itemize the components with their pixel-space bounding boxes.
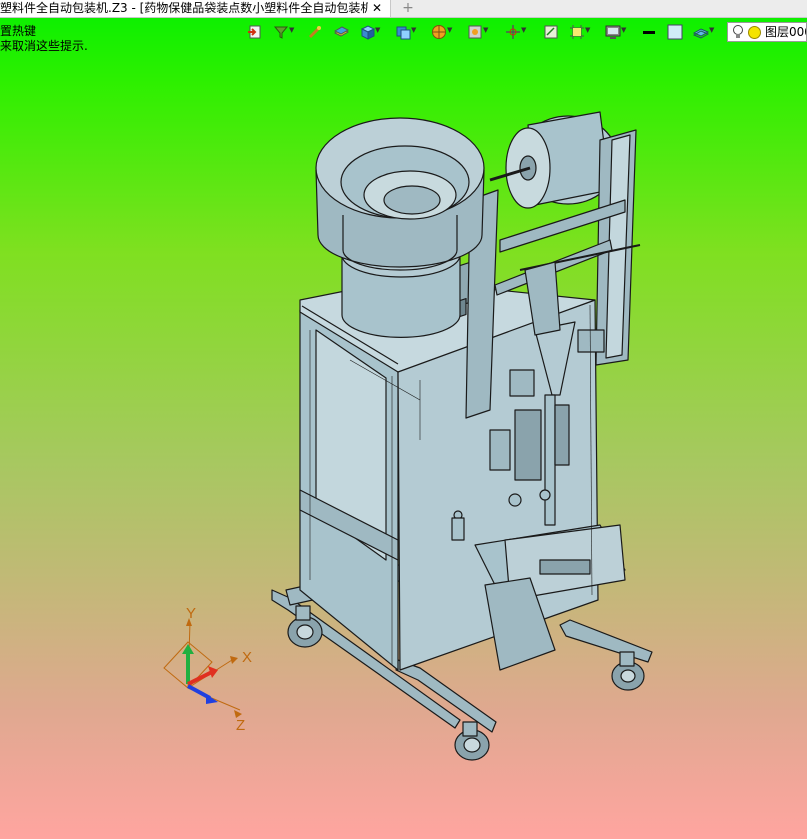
- line-color-icon: [643, 31, 655, 34]
- hint-line-1: 置热键: [0, 24, 37, 38]
- layer-plane-icon: [693, 28, 709, 39]
- hint-text: 置热键 来取消这些提示.: [0, 24, 88, 54]
- display-icon: [605, 25, 621, 39]
- document-tab-bar: 塑料件全自动包装机.Z3 - [药物保健品袋装点数小塑料件全自动包装机] ✕ +: [0, 0, 807, 18]
- chevron-down-icon: ▼: [585, 26, 591, 34]
- filter-icon: [273, 26, 289, 39]
- axis-y-label: Y: [186, 605, 196, 622]
- chevron-down-icon: ▼: [289, 26, 295, 34]
- axis-x-label: X: [242, 649, 252, 666]
- new-tab-button[interactable]: +: [400, 0, 416, 17]
- packaging-machine-model[interactable]: [0, 0, 807, 839]
- exit-icon: [248, 25, 261, 39]
- fill-color-icon: [667, 24, 683, 40]
- layer-stack-button[interactable]: [332, 22, 358, 42]
- chevron-down-icon: ▼: [483, 26, 489, 34]
- chevron-down-icon: ▼: [709, 26, 715, 34]
- move-axis-button[interactable]: ▼: [504, 22, 530, 42]
- chevron-down-icon: ▼: [521, 26, 527, 34]
- display-button[interactable]: ▼: [604, 22, 630, 42]
- chevron-down-icon: ▼: [411, 26, 417, 34]
- render-mode-button[interactable]: ▼: [430, 22, 456, 42]
- orient-view-icon: [544, 25, 558, 39]
- solid-cube-icon: [360, 25, 375, 40]
- render-mode-icon: [432, 25, 446, 39]
- 3d-viewport[interactable]: Y X Z 置热键 来取消这些提示. ▼ ▼ ▼ ▼ ▼ ▼ ▼ ▼ ▼ 图层0…: [0, 0, 807, 839]
- axis-y-icon: [182, 644, 194, 684]
- pick-icon: [308, 26, 321, 39]
- close-icon[interactable]: ✕: [372, 0, 382, 17]
- grid-button[interactable]: ▼: [568, 22, 594, 42]
- chevron-down-icon: ▼: [375, 26, 381, 34]
- axis-z-icon: [187, 684, 218, 704]
- grid-icon: [570, 25, 584, 39]
- chevron-down-icon: ▼: [447, 26, 453, 34]
- orient-view-button[interactable]: [542, 22, 568, 42]
- layer-color-icon: [748, 26, 761, 39]
- line-color-button[interactable]: [640, 22, 666, 42]
- view-cube-icon: [396, 26, 411, 40]
- view-fit-icon: [468, 25, 482, 39]
- layer-stack-icon: [333, 26, 349, 37]
- layer-plane-button[interactable]: ▼: [692, 22, 718, 42]
- exit-button[interactable]: [246, 22, 272, 42]
- layer-selector[interactable]: 图层0000: [727, 22, 807, 42]
- hint-line-2: 来取消这些提示.: [0, 39, 88, 53]
- layer-name: 图层0000: [765, 25, 806, 39]
- move-axis-icon: [506, 25, 520, 39]
- axis-x-icon: [187, 666, 218, 686]
- fill-color-button[interactable]: [666, 22, 692, 42]
- view-fit-button[interactable]: ▼: [466, 22, 492, 42]
- document-tab-title: 塑料件全自动包装机.Z3 - [药物保健品袋装点数小塑料件全自动包装机]: [0, 1, 368, 15]
- filter-button[interactable]: ▼: [272, 22, 298, 42]
- view-cube-button[interactable]: ▼: [394, 22, 420, 42]
- pick-button[interactable]: [306, 22, 332, 42]
- axis-z-label: Z: [236, 717, 245, 734]
- lightbulb-icon: [733, 25, 743, 38]
- coordinate-triad: Y X Z: [163, 605, 252, 734]
- document-tab[interactable]: 塑料件全自动包装机.Z3 - [药物保健品袋装点数小塑料件全自动包装机] ✕: [0, 0, 391, 17]
- chevron-down-icon: ▼: [621, 26, 627, 34]
- solid-cube-button[interactable]: ▼: [358, 22, 384, 42]
